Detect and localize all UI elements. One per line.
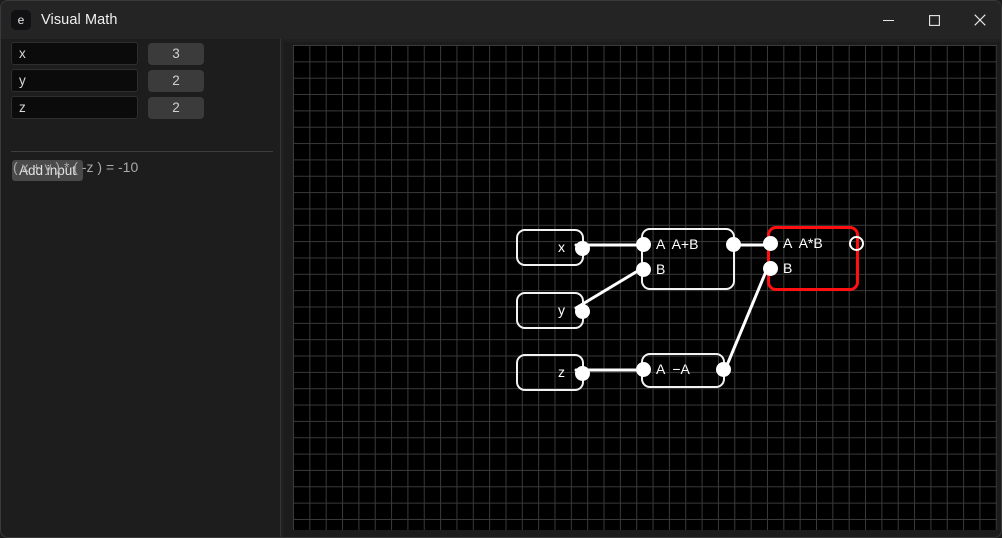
node-label-z: z — [558, 364, 565, 380]
node-x[interactable]: x — [516, 229, 590, 266]
port-in-add-1[interactable] — [635, 262, 651, 277]
input-row-z: 2 — [11, 96, 204, 119]
node-row: B — [635, 257, 733, 282]
node-label-x: x — [558, 239, 565, 255]
port-in-mul-0[interactable] — [762, 236, 778, 251]
sidebar-divider — [11, 151, 273, 152]
port-in-mul-1[interactable] — [762, 261, 778, 276]
node-add[interactable]: A A+B B — [635, 228, 741, 290]
window-title: Visual Math — [41, 12, 118, 28]
sidebar-panel: 322 Add input ( x + y ) * ( -z ) = -10 — [1, 39, 280, 537]
node-row-label: A −A — [656, 361, 690, 377]
app-window: e Visual Math 322 Add i — [0, 0, 1002, 538]
node-y[interactable]: y — [516, 292, 590, 329]
node-row-label: A A+B — [656, 236, 699, 252]
window-controls — [865, 1, 1001, 39]
node-neg[interactable]: A −A — [635, 353, 731, 388]
minimize-icon — [882, 19, 894, 21]
variable-value-x[interactable]: 3 — [148, 42, 204, 65]
node-row: A A+B — [635, 232, 741, 257]
node-graph-canvas[interactable]: x y z A A+B B A −A A A*B B — [284, 42, 1001, 537]
node-z[interactable]: z — [516, 354, 590, 391]
variable-value-y[interactable]: 2 — [148, 69, 204, 92]
close-icon — [974, 14, 986, 26]
input-row-y: 2 — [11, 69, 204, 92]
node-label-y: y — [558, 302, 565, 318]
port-out-mul-0[interactable] — [848, 236, 864, 251]
variable-value-z[interactable]: 2 — [148, 96, 204, 119]
variable-name-input-z[interactable] — [11, 96, 138, 119]
node-row: A −A — [635, 357, 731, 382]
node-layer: x y z A A+B B A −A A A*B B — [284, 42, 1001, 537]
node-row-label: A A*B — [783, 235, 823, 251]
node-row: B — [762, 256, 856, 281]
formula-text: ( x + y ) * ( -z ) = -10 — [13, 159, 139, 175]
node-row-label: B — [783, 260, 793, 276]
port-out-add-0[interactable] — [725, 237, 741, 252]
port-out-y[interactable] — [574, 304, 590, 319]
port-out-z[interactable] — [574, 366, 590, 381]
close-button[interactable] — [957, 1, 1001, 39]
variable-name-input-x[interactable] — [11, 42, 138, 65]
input-row-x: 3 — [11, 42, 204, 65]
maximize-icon — [928, 14, 940, 26]
port-out-x[interactable] — [574, 241, 590, 256]
node-mul[interactable]: A A*B B — [762, 226, 864, 291]
node-row: A A*B — [762, 231, 864, 256]
minimize-button[interactable] — [865, 1, 911, 39]
app-icon: e — [11, 10, 31, 30]
node-row-label: B — [656, 261, 666, 277]
port-in-neg-0[interactable] — [635, 362, 651, 377]
variable-name-input-y[interactable] — [11, 69, 138, 92]
sidebar-vertical-divider — [280, 39, 281, 537]
port-in-add-0[interactable] — [635, 237, 651, 252]
port-out-neg-0[interactable] — [715, 362, 731, 377]
maximize-button[interactable] — [911, 1, 957, 39]
title-bar: e Visual Math — [1, 1, 1001, 39]
